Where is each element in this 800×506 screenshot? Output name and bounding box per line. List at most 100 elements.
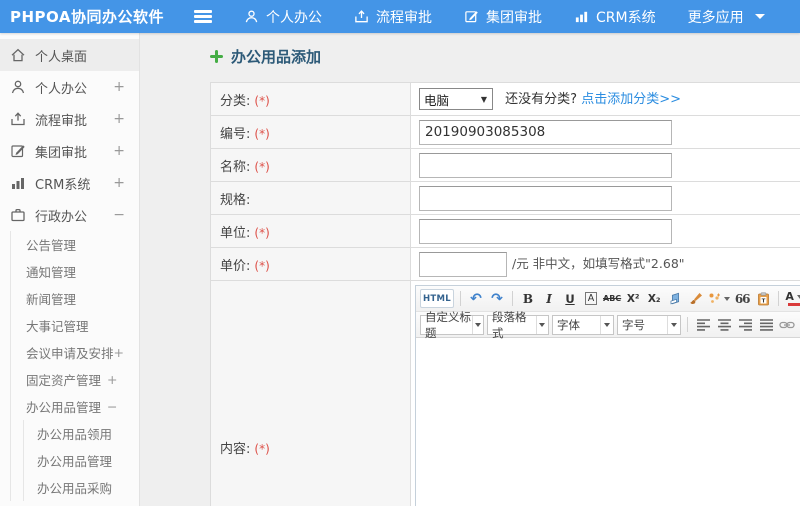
align-center-icon[interactable] <box>715 315 733 334</box>
svg-text:T: T <box>761 298 765 304</box>
font-border-button[interactable]: A <box>582 289 600 308</box>
paste-text-icon[interactable]: T <box>754 289 772 308</box>
expand-toggle[interactable]: + <box>113 175 125 191</box>
sidebar-item-label: 个人桌面 <box>35 49 88 65</box>
sidebar-item-process-approval[interactable]: 流程审批 + <box>0 103 139 135</box>
required-mark: (*) <box>254 441 270 456</box>
nav-label: 流程审批 <box>376 9 432 26</box>
custom-title-select[interactable]: 自定义标题 <box>420 310 484 340</box>
align-justify-icon[interactable] <box>757 315 775 334</box>
admin-office-submenu: 公告管理 通知管理 新闻管理 大事记管理 会议申请及安排 + 固定资产管理 + 办公… <box>10 231 139 501</box>
name-input[interactable] <box>419 152 672 178</box>
name-label: 名称: (*) <box>210 148 411 182</box>
unit-input[interactable] <box>419 218 672 244</box>
sidebar-subitem-supplies-management[interactable]: 办公用品管理 <box>24 447 139 474</box>
sidebar-subitem-memorabilia[interactable]: 大事记管理 <box>11 312 139 339</box>
sidebar-item-admin-office[interactable]: 行政办公 − <box>0 199 139 231</box>
strikethrough-button[interactable]: ABC <box>603 289 621 308</box>
paragraph-format-select[interactable]: 段落格式 <box>487 310 549 340</box>
editor-content-area[interactable] <box>416 338 800 506</box>
category-select[interactable]: 电脑 ▼ <box>419 88 493 111</box>
sidebar-subitem-office-supplies[interactable]: 办公用品管理 − <box>11 393 139 420</box>
add-category-link[interactable]: 点击添加分类>> <box>581 92 681 107</box>
price-label: 单价: (*) <box>210 247 411 281</box>
align-left-icon[interactable] <box>694 315 712 334</box>
sidebar-item-personal-office[interactable]: 个人办公 + <box>0 71 139 103</box>
expand-toggle[interactable]: + <box>113 143 125 159</box>
menu-toggle-icon[interactable] <box>194 8 212 26</box>
format-brush-icon[interactable] <box>687 289 705 308</box>
font-size-select[interactable]: 字号 <box>617 314 681 335</box>
underline-button[interactable]: U <box>561 289 579 308</box>
nav-label: 个人办公 <box>266 9 322 26</box>
price-input[interactable] <box>419 251 507 277</box>
undo-icon[interactable]: ↶ <box>467 289 485 308</box>
sidebar-subitem-notice[interactable]: 通知管理 <box>11 258 139 285</box>
sidebar: 个人桌面 个人办公 + 流程审批 + 集团审批 + CRM系统 + 行政办公 − <box>0 33 140 506</box>
supplies-add-form: 分类: (*) 电脑 ▼ 还没有分类? 点击添加分类>> 编号: (*) 201… <box>210 82 800 506</box>
collapse-toggle[interactable]: − <box>107 399 117 414</box>
form-row-category: 分类: (*) 电脑 ▼ 还没有分类? 点击添加分类>> <box>210 82 800 116</box>
top-navigation: 个人办公 流程审批 集团审批 CRM系统 更多应用 <box>244 7 765 27</box>
font-color-button[interactable]: A <box>785 289 800 308</box>
code-label: 编号: (*) <box>210 115 411 149</box>
nav-more-apps[interactable]: 更多应用 <box>688 7 765 27</box>
nav-label: 集团审批 <box>486 9 542 26</box>
sidebar-item-personal-desktop[interactable]: 个人桌面 <box>0 39 139 71</box>
blockquote-button[interactable]: 66 <box>733 289 751 308</box>
sidebar-subitem-supplies-purchase[interactable]: 办公用品采购 <box>24 474 139 501</box>
form-row-code: 编号: (*) <box>210 115 800 149</box>
sidebar-item-group-approval[interactable]: 集团审批 + <box>0 135 139 167</box>
spec-label: 规格: <box>210 181 411 215</box>
sidebar-subitem-news[interactable]: 新闻管理 <box>11 285 139 312</box>
sidebar-item-crm[interactable]: CRM系统 + <box>0 167 139 199</box>
select-arrow-icon <box>600 315 613 334</box>
page-title: 办公用品添加 <box>210 46 800 67</box>
font-family-select[interactable]: 字体 <box>552 314 614 335</box>
category-label: 分类: (*) <box>210 82 411 116</box>
sidebar-subitem-supplies-requisition[interactable]: 办公用品领用 <box>24 420 139 447</box>
bold-button[interactable]: B <box>519 289 537 308</box>
sidebar-subitem-meeting[interactable]: 会议申请及安排 + <box>11 339 139 366</box>
expand-toggle[interactable]: + <box>114 345 124 360</box>
expand-toggle[interactable]: + <box>113 79 125 95</box>
required-mark: (*) <box>254 126 270 141</box>
office-supplies-submenu: 办公用品领用 办公用品管理 办公用品采购 <box>23 420 139 501</box>
autotypeset-icon[interactable] <box>708 289 731 308</box>
nav-process-approval[interactable]: 流程审批 <box>354 7 432 27</box>
nav-crm-system[interactable]: CRM系统 <box>574 7 656 27</box>
nav-group-approval[interactable]: 集团审批 <box>464 7 542 27</box>
redo-icon[interactable]: ↷ <box>488 289 506 308</box>
align-right-icon[interactable] <box>736 315 754 334</box>
required-mark: (*) <box>254 93 270 108</box>
user-icon <box>11 80 25 94</box>
edit-icon <box>465 11 478 23</box>
form-row-name: 名称: (*) <box>210 148 800 182</box>
collapse-toggle[interactable]: − <box>113 207 125 223</box>
superscript-button[interactable]: X² <box>624 289 642 308</box>
sidebar-subitem-announcement[interactable]: 公告管理 <box>11 231 139 258</box>
code-input[interactable] <box>419 119 672 145</box>
process-icon <box>11 112 25 126</box>
sidebar-item-label: CRM系统 <box>35 177 91 193</box>
link-icon[interactable] <box>778 315 796 334</box>
main-content: 办公用品添加 分类: (*) 电脑 ▼ 还没有分类? 点击添加分类>> 编号: (*… <box>140 33 800 506</box>
expand-toggle[interactable]: + <box>113 111 125 127</box>
subscript-button[interactable]: X₂ <box>645 289 663 308</box>
eraser-icon[interactable] <box>666 289 684 308</box>
home-icon <box>11 48 25 62</box>
spec-input[interactable] <box>419 185 672 211</box>
caret-down-icon <box>754 14 765 19</box>
nav-personal-office[interactable]: 个人办公 <box>244 7 322 27</box>
topbar: PHPOA协同办公软件 个人办公 流程审批 集团审批 CRM系统 更多应用 <box>0 0 800 33</box>
page-title-text: 办公用品添加 <box>231 48 322 66</box>
expand-toggle[interactable]: + <box>107 372 117 387</box>
sidebar-item-label: 个人办公 <box>35 81 88 97</box>
html-source-button[interactable]: HTML <box>420 289 454 308</box>
briefcase-icon <box>11 208 25 222</box>
sidebar-item-label: 集团审批 <box>35 145 88 161</box>
italic-button[interactable]: I <box>540 289 558 308</box>
nav-label: CRM系统 <box>596 9 656 26</box>
add-plus-icon <box>210 50 223 63</box>
sidebar-subitem-fixed-assets[interactable]: 固定资产管理 + <box>11 366 139 393</box>
